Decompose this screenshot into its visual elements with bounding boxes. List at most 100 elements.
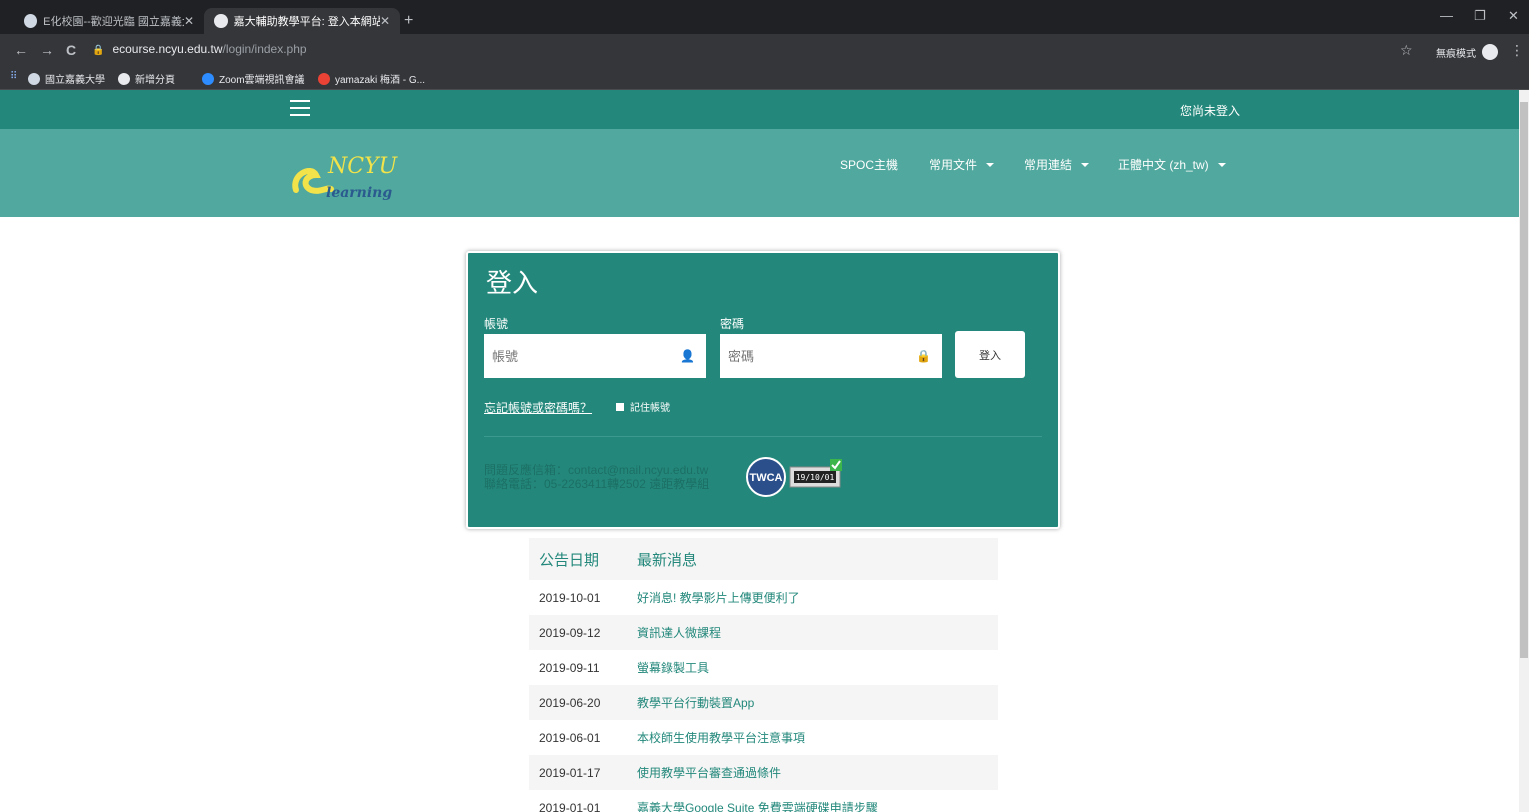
news-link[interactable]: 好消息! 教學影片上傳更便利了 <box>637 589 998 606</box>
bookmark-label: 新增分頁 <box>135 75 175 86</box>
twca-secure-badge[interactable]: TWCA 19/10/01 <box>738 457 846 497</box>
forward-icon[interactable]: → <box>40 42 54 58</box>
back-icon[interactable]: ← <box>14 42 28 58</box>
news-table: 公告日期 最新消息 2019-10-01 好消息! 教學影片上傳更便利了 2019-… <box>529 538 998 812</box>
news-date: 2019-09-12 <box>539 625 601 640</box>
url-domain: ecourse.ncyu.edu.tw <box>112 42 223 56</box>
apps-icon[interactable]: ⠿ <box>10 71 17 82</box>
news-row: 2019-06-20 教學平台行動裝置App <box>529 685 998 720</box>
news-row: 2019-06-01 本校師生使用教學平台注意事項 <box>529 720 998 755</box>
web-page: 您尚未登入 NCYU learning SPOC主機 常用文件 常用連結 正體中… <box>0 90 1519 812</box>
close-window-icon[interactable]: ✕ <box>1508 8 1519 24</box>
caret-down-icon <box>986 162 995 167</box>
ncyu-elearning-logo[interactable]: NCYU learning <box>286 145 436 205</box>
close-tab-icon[interactable]: ✕ <box>380 14 390 28</box>
news-date: 2019-01-01 <box>539 800 601 812</box>
incognito-indicator[interactable]: 無痕模式 <box>1436 44 1498 60</box>
incognito-icon <box>1482 44 1498 60</box>
news-row: 2019-01-17 使用教學平台審查通過條件 <box>529 755 998 790</box>
svg-text:learning: learning <box>326 185 392 201</box>
password-label: 密碼 <box>720 317 745 331</box>
new-tab-icon[interactable]: + <box>404 12 413 30</box>
news-link[interactable]: 教學平台行動裝置App <box>637 694 998 711</box>
incognito-label: 無痕模式 <box>1436 48 1476 60</box>
menu-label: 常用連結 <box>1024 158 1073 172</box>
login-panel: 登入 帳號 密碼 👤 🔒 登入 忘記帳號或密碼嗎？ 記住帳號 問題反應信箱：co… <box>466 251 1060 529</box>
menu-links[interactable]: 常用連結 <box>1024 156 1090 173</box>
zoom-icon <box>202 72 214 85</box>
news-row: 2019-09-12 資訊達人微課程 <box>529 615 998 650</box>
news-date: 2019-06-01 <box>539 730 601 745</box>
bookmark-item[interactable]: Zoom雲端視訊會議 <box>202 71 305 86</box>
lock-icon: 🔒 <box>916 349 931 363</box>
remember-checkbox[interactable] <box>616 402 624 411</box>
username-input[interactable] <box>484 334 706 378</box>
bookmark-item[interactable]: 國立嘉義大學 <box>28 71 105 86</box>
twca-text: TWCA <box>750 472 783 484</box>
username-label: 帳號 <box>484 317 509 331</box>
browser-tab-1[interactable]: E化校園--歡迎光臨 國立嘉義大學 ✕ <box>14 8 204 34</box>
site-favicon-icon <box>28 72 40 85</box>
site-header: NCYU learning SPOC主機 常用文件 常用連結 正體中文 (zh_… <box>0 129 1519 217</box>
scrollbar-thumb[interactable] <box>1520 102 1528 658</box>
tab-title: 嘉大輔助教學平台: 登入本網站 <box>233 16 380 28</box>
bookmark-item[interactable]: yamazaki 梅酒 - G... <box>318 71 425 86</box>
lock-icon: 🔒 <box>92 45 105 56</box>
news-link[interactable]: 螢幕錄製工具 <box>637 659 998 676</box>
menu-spoc[interactable]: SPOC主機 <box>840 156 898 173</box>
contact-email: 問題反應信箱：contact@mail.ncyu.edu.tw <box>484 463 709 477</box>
menu-label: 常用文件 <box>929 158 978 172</box>
remember-username[interactable]: 記住帳號 <box>616 399 670 414</box>
news-date: 2019-01-17 <box>539 765 601 780</box>
menu-label: 正體中文 (zh_tw) <box>1118 158 1209 172</box>
news-link[interactable]: 資訊達人微課程 <box>637 624 998 641</box>
user-icon: 👤 <box>680 349 695 363</box>
news-header: 公告日期 最新消息 <box>529 538 998 580</box>
menu-label: SPOC主機 <box>840 158 899 172</box>
remember-label: 記住帳號 <box>630 403 670 414</box>
reload-icon[interactable]: C <box>66 42 76 58</box>
contact-phone: 聯絡電話：05-2263411轉2502 遠距教學組 <box>484 477 710 491</box>
divider <box>484 436 1042 437</box>
news-link[interactable]: 本校師生使用教學平台注意事項 <box>637 729 998 746</box>
badge-date: 19/10/01 <box>796 473 835 482</box>
minimize-icon[interactable]: — <box>1440 8 1453 23</box>
browser-menu-icon[interactable]: ⋮ <box>1510 42 1524 59</box>
news-date: 2019-09-11 <box>539 660 600 675</box>
news-row: 2019-01-01 嘉義大學Google Suite 免費雲端硬碟申請步驟 <box>529 790 998 812</box>
news-row: 2019-10-01 好消息! 教學影片上傳更便利了 <box>529 580 998 615</box>
forgot-password-link[interactable]: 忘記帳號或密碼嗎？ <box>484 399 592 416</box>
menu-documents[interactable]: 常用文件 <box>929 156 995 173</box>
login-title: 登入 <box>486 268 539 298</box>
news-link[interactable]: 嘉義大學Google Suite 免費雲端硬碟申請步驟 <box>637 799 998 812</box>
address-bar: ← → C 🔒 ecourse.ncyu.edu.tw/login/index.p… <box>0 34 1529 66</box>
url-path: /login/index.php <box>222 42 307 56</box>
globe-icon <box>214 14 228 28</box>
close-tab-icon[interactable]: ✕ <box>184 14 194 28</box>
news-date: 2019-06-20 <box>539 695 601 710</box>
bookmarks-bar: ⠿ 國立嘉義大學 新增分頁 Zoom雲端視訊會議 yamazaki 梅酒 - G… <box>0 66 1529 90</box>
browser-tab-2[interactable]: 嘉大輔助教學平台: 登入本網站 ✕ <box>204 8 400 34</box>
bookmark-star-icon[interactable]: ☆ <box>1400 42 1413 59</box>
caret-down-icon <box>1217 162 1226 167</box>
header-title: 最新消息 <box>637 551 698 569</box>
google-icon <box>318 72 330 85</box>
password-input[interactable] <box>720 334 942 378</box>
svg-text:NCYU: NCYU <box>327 154 399 179</box>
browser-tab-bar: E化校園--歡迎光臨 國立嘉義大學 ✕ 嘉大輔助教學平台: 登入本網站 ✕ + … <box>0 0 1529 34</box>
bookmark-label: 國立嘉義大學 <box>45 75 105 86</box>
menu-language[interactable]: 正體中文 (zh_tw) <box>1118 156 1226 173</box>
tab-title: E化校園--歡迎光臨 國立嘉義大學 <box>43 16 184 28</box>
site-favicon-icon <box>24 14 38 28</box>
login-button[interactable]: 登入 <box>955 331 1025 378</box>
bookmark-label: Zoom雲端視訊會議 <box>219 75 305 86</box>
contact-info: 問題反應信箱：contact@mail.ncyu.edu.tw 聯絡電話：05-… <box>484 463 709 491</box>
hamburger-menu-icon[interactable] <box>290 100 310 116</box>
maximize-icon[interactable]: ❐ <box>1474 8 1486 24</box>
bookmark-item[interactable]: 新增分頁 <box>118 71 175 86</box>
bookmark-label: yamazaki 梅酒 - G... <box>335 75 426 86</box>
news-row: 2019-09-11 螢幕錄製工具 <box>529 650 998 685</box>
news-date: 2019-10-01 <box>539 590 601 605</box>
url-field[interactable]: 🔒 ecourse.ncyu.edu.tw/login/index.php <box>92 42 307 56</box>
news-link[interactable]: 使用教學平台審查通過條件 <box>637 764 998 781</box>
